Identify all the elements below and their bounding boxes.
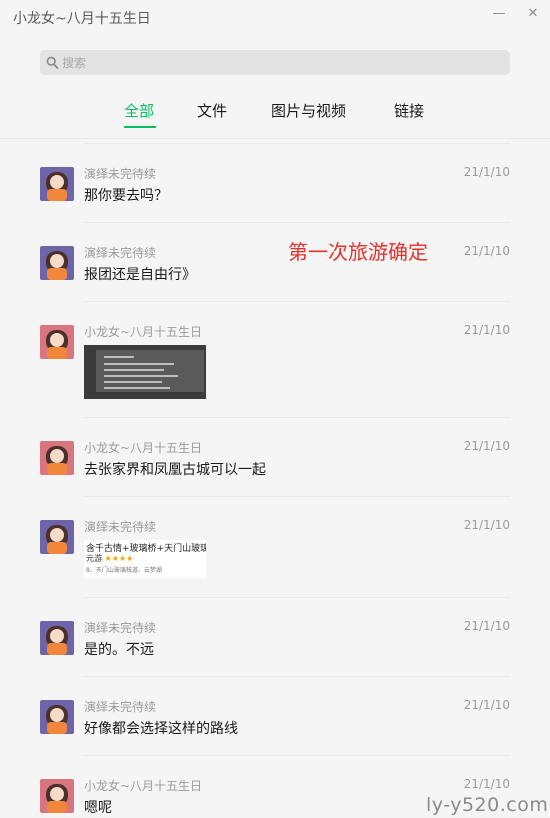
separator [84,597,510,598]
tab-all[interactable]: 全部 [124,100,154,121]
message-date: 21/1/10 [463,777,510,791]
watermark: ly-y520.com [426,794,549,816]
message-list[interactable]: 演绎未完待续 21/1/10 那你要去吗？ 演绎未完待续 21/1/10 报团还… [0,139,550,818]
message-date: 21/1/10 [463,439,510,453]
close-button[interactable]: ✕ [523,4,543,24]
avatar[interactable] [40,246,74,280]
search-input[interactable] [62,50,502,75]
message-date: 21/1/10 [463,518,510,532]
message-text[interactable]: 去张家界和凤凰古城可以一起 [84,459,266,479]
thumbnail-caption: 8、天门山玻璃栈道、云梦湖 [86,567,162,574]
search-box[interactable] [40,50,510,75]
separator [84,676,510,677]
avatar[interactable] [40,621,74,655]
minimize-button[interactable]: — [489,4,509,24]
image-thumbnail[interactable] [84,345,206,399]
message-date: 21/1/10 [463,619,510,633]
sender-name: 小龙女~八月十五生日 [84,325,203,339]
avatar[interactable] [40,779,74,813]
message-text[interactable]: 报团还是自由行》 [84,264,196,284]
search-icon [46,55,59,74]
sender-name: 演绎未完待续 [84,621,157,635]
tab-files[interactable]: 文件 [197,100,227,121]
message-date: 21/1/10 [463,323,510,337]
avatar[interactable] [40,325,74,359]
message-text[interactable]: 是的。不远 [84,639,154,659]
active-tab-indicator [124,126,156,128]
separator [84,755,510,756]
avatar[interactable] [40,441,74,475]
thumbnail-board [96,350,204,392]
separator [84,301,510,302]
sender-name: 演绎未完待续 [84,520,157,534]
window-title: 小龙女~八月十五生日 [13,11,151,27]
sender-name: 演绎未完待续 [84,246,157,260]
sender-name: 小龙女~八月十五生日 [84,779,203,793]
sender-name: 演绎未完待续 [84,700,157,714]
red-annotation-text: 第一次旅游确定 [288,240,428,264]
separator [84,417,510,418]
avatar[interactable] [40,700,74,734]
title-bar: 小龙女~八月十五生日 — ✕ [0,0,550,36]
message-date: 21/1/10 [463,244,510,258]
image-thumbnail[interactable]: 含千古情+玻璃桥+天门山玻璃 元游 ★★★★ 8、天门山玻璃栈道、云梦湖 [84,540,206,578]
thumbnail-subtitle: 元游 [86,554,102,563]
message-text[interactable]: 那你要去吗？ [84,185,168,205]
separator [84,222,510,223]
separator [84,143,510,144]
tab-images-videos[interactable]: 图片与视频 [271,100,346,121]
sender-name: 演绎未完待续 [84,167,157,181]
tab-links[interactable]: 链接 [394,100,424,121]
message-text[interactable]: 好像都会选择这样的路线 [84,718,238,738]
message-text[interactable]: 嗯呢 [84,797,112,817]
sender-name: 小龙女~八月十五生日 [84,441,203,455]
avatar[interactable] [40,520,74,554]
separator [84,496,510,497]
message-date: 21/1/10 [463,698,510,712]
avatar[interactable] [40,167,74,201]
message-date: 21/1/10 [463,165,510,179]
rating-stars: ★★★★ [104,554,134,563]
tab-bar: 全部 文件 图片与视频 链接 [0,96,550,139]
